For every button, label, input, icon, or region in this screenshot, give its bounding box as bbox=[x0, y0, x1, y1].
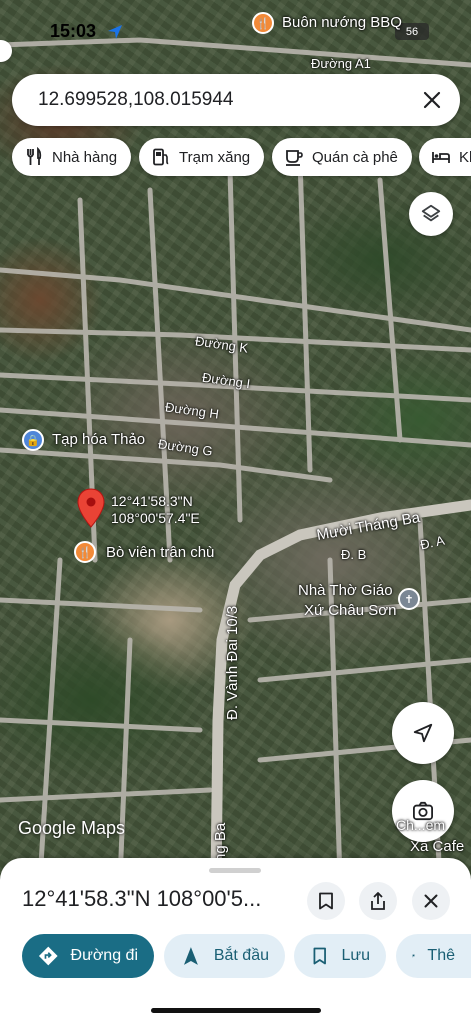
poi-tap-hoa[interactable]: Tạp hóa Thảo bbox=[52, 431, 145, 448]
save-icon-button[interactable] bbox=[307, 882, 345, 920]
save-label: Lưu bbox=[341, 947, 370, 964]
pin-longitude: 108°00'57.4"E bbox=[111, 510, 200, 526]
my-location-button[interactable] bbox=[392, 702, 454, 764]
directions-label: Đường đi bbox=[70, 947, 138, 964]
poi-bo-vien[interactable]: Bò viên trân chù bbox=[106, 544, 214, 561]
poi-nha-tho-line1[interactable]: Nhà Thờ Giáo bbox=[298, 582, 393, 599]
navigation-arrow-icon bbox=[413, 723, 433, 743]
save-button[interactable]: Lưu bbox=[294, 934, 386, 978]
pin-coordinate-label: 12°41'58.3"N 108°00'57.4"E bbox=[111, 493, 200, 527]
gas-station-icon bbox=[153, 148, 169, 166]
share-button[interactable] bbox=[359, 882, 397, 920]
close-icon bbox=[424, 894, 438, 908]
bookmark-icon bbox=[313, 947, 326, 965]
chip-hotels[interactable]: Kh bbox=[419, 138, 471, 176]
map-view[interactable]: 15:03 56 Đường A1 Đường K Đường I Đường … bbox=[0, 0, 471, 880]
search-input[interactable]: 12.699528,108.015944 bbox=[38, 89, 410, 111]
restaurant-poi-icon[interactable]: 🍴 bbox=[252, 12, 274, 34]
clear-search-button[interactable] bbox=[410, 78, 454, 122]
church-poi-icon[interactable]: ✝ bbox=[398, 588, 420, 610]
bed-icon bbox=[432, 152, 450, 163]
chip-label: Quán cà phê bbox=[312, 148, 398, 166]
share-icon bbox=[371, 892, 385, 910]
chip-label: Kh bbox=[459, 148, 471, 166]
layers-icon bbox=[421, 204, 441, 222]
close-icon bbox=[423, 91, 441, 109]
fork-knife-icon bbox=[27, 147, 42, 165]
status-time: 15:03 bbox=[50, 21, 97, 41]
chip-coffee[interactable]: Quán cà phê bbox=[272, 138, 412, 176]
directions-icon bbox=[38, 946, 58, 966]
shop-poi-icon[interactable]: 🔒 bbox=[22, 429, 44, 451]
restaurant-poi-icon[interactable]: 🍴 bbox=[74, 541, 96, 563]
search-bar[interactable]: 12.699528,108.015944 bbox=[12, 74, 460, 126]
chip-label: Nhà hàng bbox=[52, 148, 118, 166]
pin-latitude: 12°41'58.3"N bbox=[111, 493, 193, 509]
coffee-icon bbox=[286, 150, 303, 166]
start-button[interactable]: Bắt đầu bbox=[164, 934, 285, 978]
close-sheet-button[interactable] bbox=[412, 882, 450, 920]
chip-restaurants[interactable]: Nhà hàng bbox=[12, 138, 132, 176]
dropped-pin-icon[interactable] bbox=[77, 488, 105, 528]
bookmark-icon bbox=[319, 892, 333, 910]
place-bottom-sheet[interactable]: 12°41'58.3"N 108°00'5... Đường đi Bắt đầ… bbox=[0, 858, 471, 1024]
home-indicator bbox=[151, 1008, 321, 1013]
poi-nha-tho-line2[interactable]: Xứ Châu Sơn bbox=[304, 602, 396, 619]
layers-button[interactable] bbox=[409, 192, 453, 236]
road-label-d-b: Đ. B bbox=[341, 547, 367, 562]
street-view-label: Ch...em bbox=[396, 817, 446, 833]
directions-button[interactable]: Đường đi bbox=[22, 934, 154, 978]
chip-gas-stations[interactable]: Trạm xăng bbox=[139, 138, 265, 176]
chip-label: Trạm xăng bbox=[179, 148, 251, 166]
add-label-text: Thê bbox=[427, 947, 455, 964]
road-label-ang-ba: ng Ba bbox=[212, 822, 229, 862]
navigation-arrow-icon bbox=[183, 947, 198, 965]
road-label-a1: Đường A1 bbox=[311, 56, 371, 71]
sheet-drag-handle[interactable] bbox=[209, 868, 261, 873]
start-label: Bắt đầu bbox=[213, 947, 269, 964]
location-arrow-icon bbox=[108, 25, 122, 39]
add-label-button[interactable]: Thê bbox=[396, 934, 471, 978]
google-maps-logo: Google Maps bbox=[18, 818, 126, 838]
place-title: 12°41'58.3"N 108°00'5... bbox=[22, 886, 262, 911]
flag-icon bbox=[412, 954, 415, 958]
poi-buon-nuong[interactable]: Buôn nướng BBQ bbox=[282, 14, 402, 31]
